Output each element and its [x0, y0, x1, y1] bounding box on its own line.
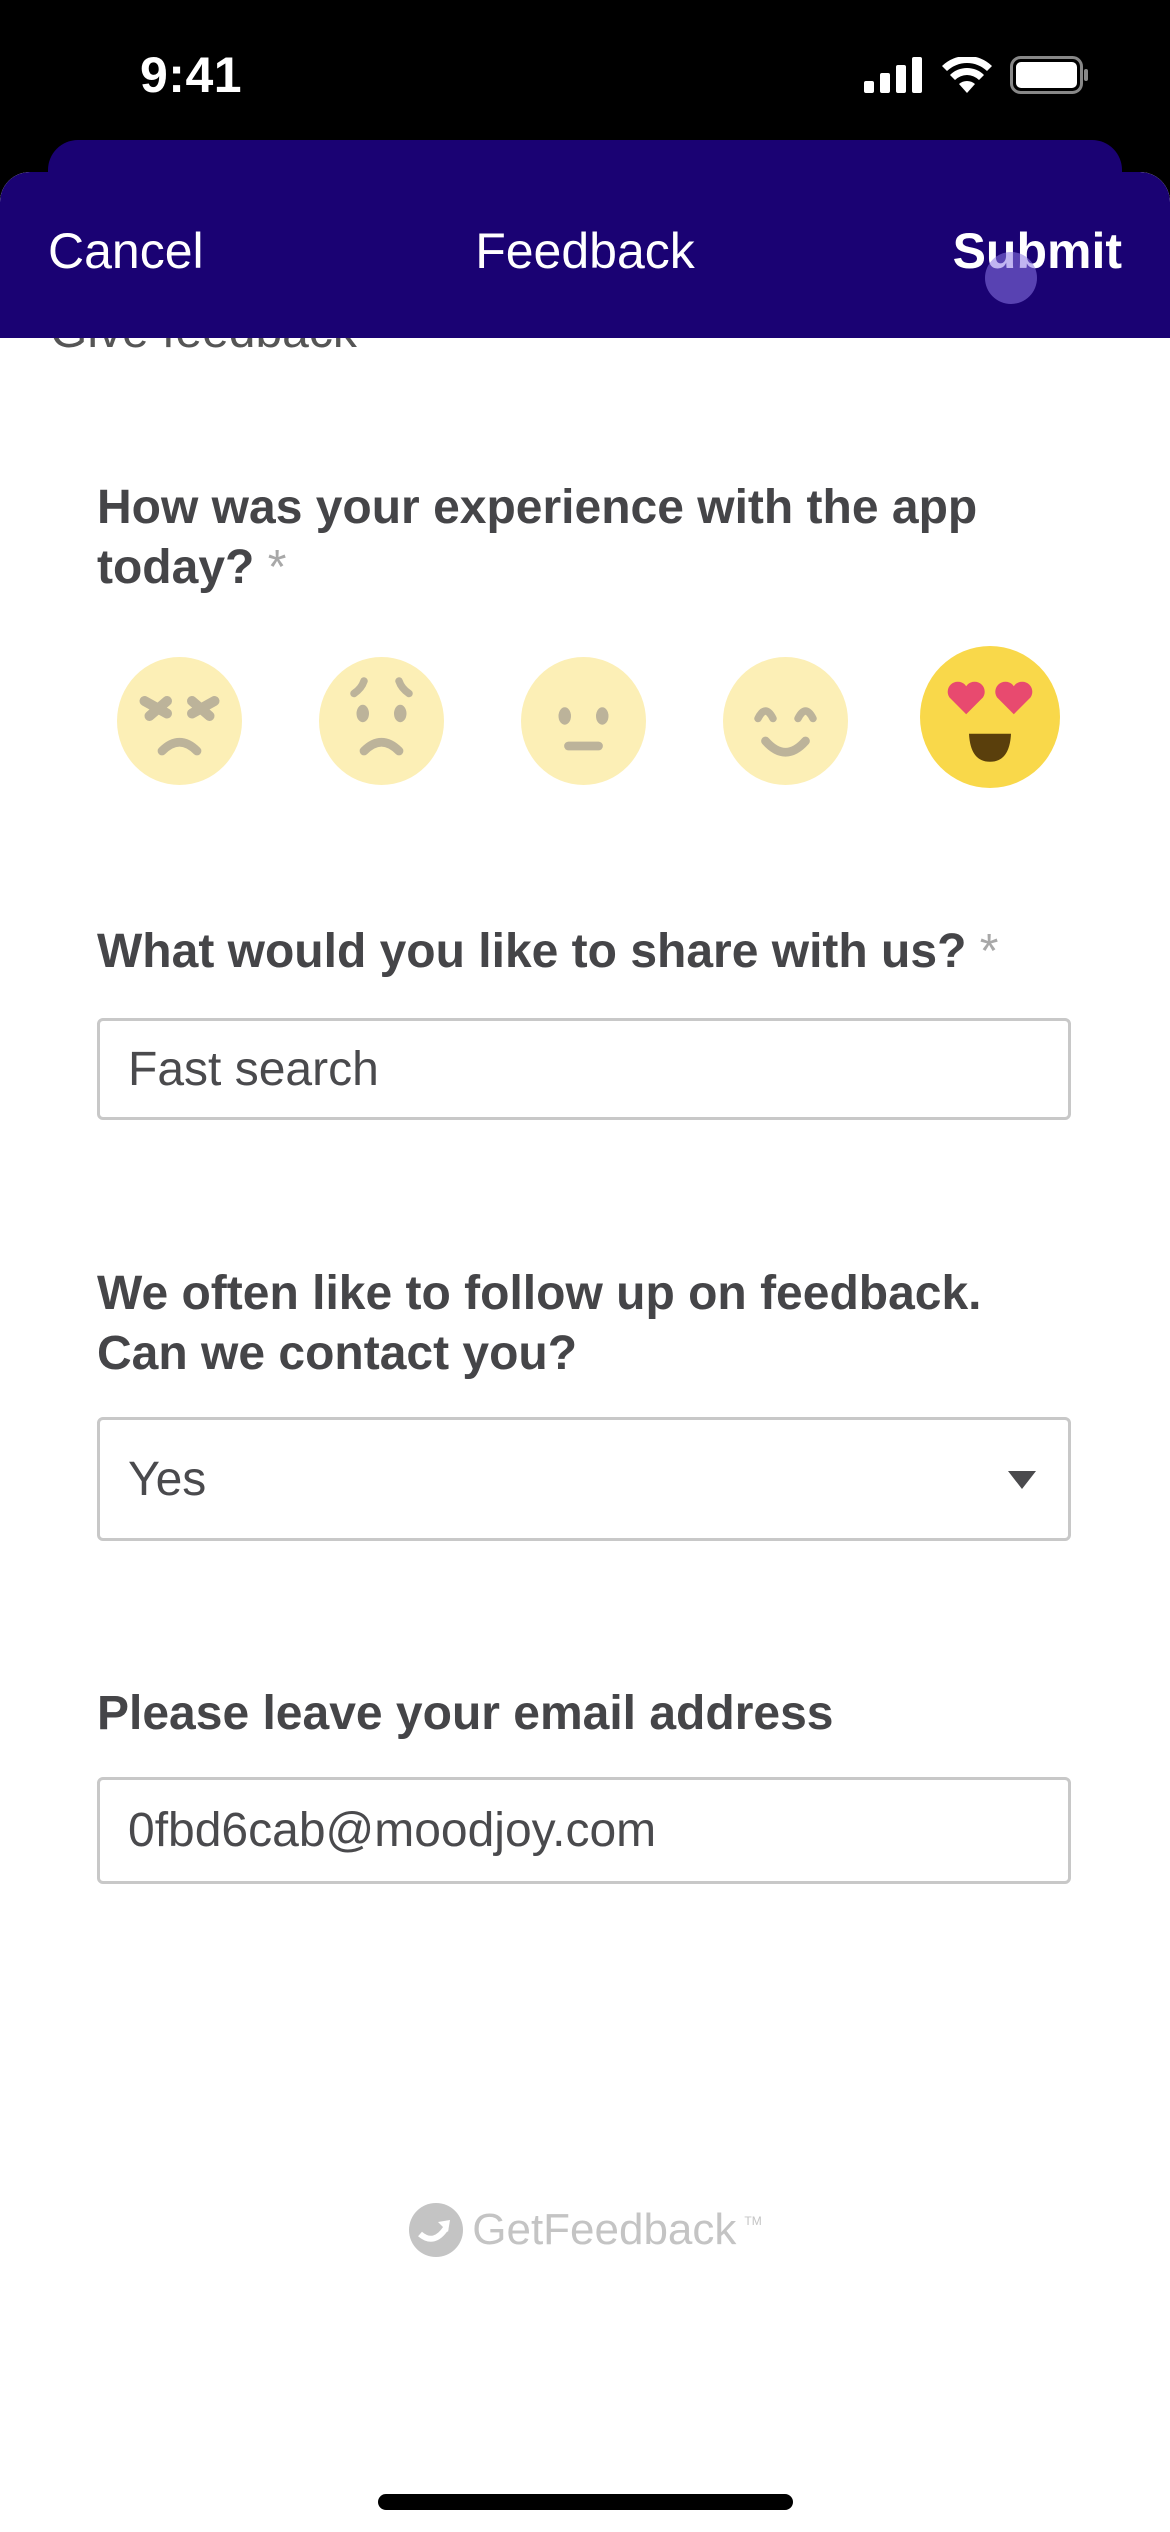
getfeedback-logo-icon [409, 2203, 464, 2257]
required-mark: * [267, 541, 287, 594]
nav-bar: Cancel Feedback Submit [0, 172, 1170, 338]
emoji-happy-option[interactable] [723, 657, 848, 785]
emoji-rating [97, 646, 1077, 812]
battery-icon [1010, 56, 1088, 94]
sad-face-icon [350, 677, 413, 756]
submit-button[interactable]: Submit [953, 222, 1122, 280]
share-input-value: Fast search [128, 1042, 379, 1096]
contact-label-line2: Can we contact you? [97, 1327, 578, 1380]
emoji-neutral-option[interactable] [521, 657, 646, 785]
wifi-icon [942, 57, 992, 93]
home-indicator[interactable] [378, 2494, 793, 2510]
share-label: What would you like to share with us? [97, 925, 967, 978]
email-input-value: 0fbd6cab@moodjoy.com [128, 1804, 657, 1857]
email-input[interactable]: 0fbd6cab@moodjoy.com [97, 1777, 1071, 1884]
trademark: TM [744, 2214, 762, 2228]
touch-indicator [985, 252, 1037, 304]
neutral-face-icon [558, 707, 609, 751]
brand-name: GetFeedback [472, 2205, 737, 2254]
contact-label-line1: We often like to follow up on feedback. [97, 1267, 982, 1320]
chevron-down-icon [1008, 1471, 1036, 1489]
emoji-angry-option[interactable] [117, 657, 242, 785]
share-question: What would you like to share with us? * [97, 922, 1077, 982]
status-bar: 9:41 [0, 0, 1170, 140]
contact-question: We often like to follow up on feedback. … [97, 1264, 1077, 1384]
email-question: Please leave your email address [97, 1684, 1077, 1744]
share-input[interactable]: Fast search [97, 1018, 1071, 1120]
happy-face-icon [754, 707, 817, 757]
signal-icon [864, 57, 922, 93]
status-time: 9:41 [140, 47, 243, 103]
required-mark: * [979, 925, 999, 978]
angry-face-icon [139, 696, 220, 756]
feedback-sheet: Cancel Feedback Submit Give feedback How… [0, 172, 1170, 2532]
experience-question: How was your experience with the app tod… [97, 478, 1077, 598]
emoji-sad-option[interactable] [319, 657, 444, 785]
emoji-love-option[interactable] [920, 646, 1060, 788]
experience-label: How was your experience with the app tod… [97, 481, 978, 594]
email-label: Please leave your email address [97, 1687, 834, 1740]
heart-eyes-face-icon [947, 681, 1033, 762]
contact-select[interactable]: Yes [97, 1417, 1071, 1541]
getfeedback-logo: GetFeedback TM [0, 2202, 1170, 2258]
contact-select-value: Yes [128, 1452, 207, 1506]
